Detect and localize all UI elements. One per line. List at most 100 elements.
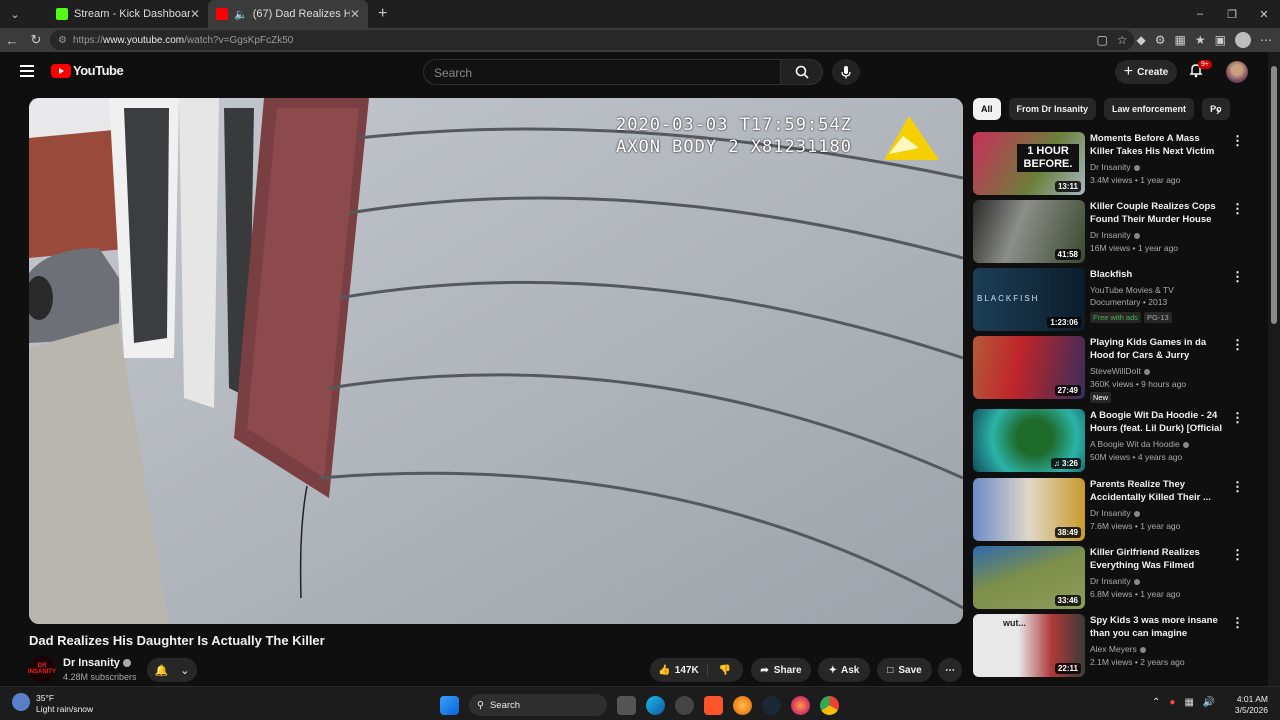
app-install-icon[interactable]: ▢ — [1096, 33, 1107, 47]
rec-title[interactable]: A Boogie Wit Da Hoodie - 24 Hours (feat.… — [1090, 409, 1222, 435]
rec-title[interactable]: Playing Kids Games in da Hood for Cars &… — [1090, 336, 1222, 362]
subscription-bell-button[interactable]: 🔔 ⌄ — [147, 658, 197, 682]
rec-channel[interactable]: A Boogie Wit da Hoodie — [1090, 439, 1189, 449]
ask-button[interactable]: ✦ Ask — [818, 658, 870, 682]
chrome-icon[interactable] — [820, 695, 839, 715]
video-thumbnail[interactable]: 33:46 — [973, 546, 1085, 609]
video-thumbnail[interactable]: wut... 22:11 — [973, 614, 1085, 677]
profile-avatar-icon[interactable] — [1235, 32, 1251, 48]
more-icon[interactable]: ⋮ — [1231, 479, 1244, 495]
edge-icon[interactable] — [646, 695, 665, 715]
reload-icon[interactable]: ↻ — [24, 32, 48, 48]
video-thumbnail[interactable]: ♫ 3:26 — [973, 409, 1085, 472]
steam-icon[interactable] — [762, 695, 781, 715]
more-icon[interactable]: ⋮ — [1231, 133, 1244, 149]
copilot-icon[interactable]: ▣ — [1215, 33, 1226, 47]
video-thumbnail[interactable]: BLACKFISH 1:23:06 — [973, 268, 1085, 331]
like-button[interactable]: 👍 147K — [650, 664, 708, 676]
rec-channel[interactable]: Dr Insanity — [1090, 162, 1140, 172]
more-icon[interactable]: ⋮ — [1231, 615, 1244, 631]
list-item[interactable]: 1 HOUR BEFORE. 13:11 Moments Before A Ma… — [973, 132, 1244, 196]
weather-widget[interactable]: 35°F Light rain/snow — [12, 693, 93, 715]
firefox-icon[interactable] — [733, 695, 752, 715]
tab-list-button[interactable]: ⌄ — [2, 3, 28, 25]
youtube-logo[interactable]: YouTube — [51, 63, 124, 78]
rec-channel[interactable]: YouTube Movies & TV — [1090, 285, 1174, 295]
speaker-icon[interactable]: 🔈 — [234, 8, 248, 21]
brave-icon[interactable] — [704, 695, 723, 715]
windows-start-icon[interactable] — [440, 695, 459, 715]
extensions-icon[interactable]: ⚙ — [1155, 33, 1166, 47]
save-button[interactable]: □ Save — [877, 658, 932, 682]
tab-kick-dashboard[interactable]: Stream - Kick Dashboard ✕ — [48, 0, 208, 28]
scrollbar-thumb[interactable] — [1271, 66, 1277, 324]
restore-icon[interactable]: ❐ — [1216, 0, 1248, 28]
taskbar-search[interactable]: ⚲ Search — [469, 694, 607, 716]
video-thumbnail[interactable]: 38:49 — [973, 478, 1085, 541]
rec-title[interactable]: Moments Before A Mass Killer Takes His N… — [1090, 132, 1222, 158]
chevron-up-icon[interactable]: ⌃ — [1152, 697, 1160, 708]
page-scrollbar[interactable] — [1268, 52, 1280, 686]
video-thumbnail[interactable]: 41:58 — [973, 200, 1085, 263]
list-item[interactable]: 33:46 Killer Girlfriend Realizes Everyth… — [973, 546, 1244, 610]
close-window-icon[interactable]: ✕ — [1248, 0, 1280, 28]
more-icon[interactable]: ⋮ — [1231, 201, 1244, 217]
search-input[interactable]: Search — [423, 59, 781, 85]
notifications-button[interactable]: 9+ — [1188, 60, 1212, 84]
new-tab-button[interactable]: + — [378, 5, 387, 23]
chevron-right-icon[interactable]: › — [1216, 103, 1220, 118]
back-icon[interactable]: ← — [0, 33, 24, 48]
dislike-button[interactable]: 👎 — [708, 665, 742, 676]
video-thumbnail[interactable]: 1 HOUR BEFORE. 13:11 — [973, 132, 1085, 195]
rec-channel[interactable]: Alex Meyers — [1090, 644, 1146, 654]
more-icon[interactable]: ⋮ — [1231, 269, 1244, 285]
rec-title[interactable]: Blackfish — [1090, 268, 1222, 281]
app-icon[interactable] — [675, 695, 694, 715]
list-item[interactable]: BLACKFISH 1:23:06 Blackfish YouTube Movi… — [973, 268, 1244, 332]
list-item[interactable]: ♫ 3:26 A Boogie Wit Da Hoodie - 24 Hours… — [973, 409, 1244, 473]
task-view-icon[interactable] — [617, 695, 636, 715]
rec-channel[interactable]: Dr Insanity — [1090, 576, 1140, 586]
collections-icon[interactable]: ▦ — [1175, 33, 1186, 47]
list-item[interactable]: 38:49 Parents Realize They Accidentally … — [973, 478, 1244, 542]
chip-law-enforcement[interactable]: Law enforcement — [1104, 98, 1195, 120]
close-tab-icon[interactable]: ✕ — [190, 7, 200, 21]
mic-tray-icon[interactable]: ● — [1169, 697, 1175, 708]
more-menu-icon[interactable]: ⋯ — [1260, 33, 1272, 47]
taskbar-clock[interactable]: 4:01 AM 3/5/2026 — [1232, 694, 1268, 716]
site-info-icon[interactable]: ⚙ — [58, 35, 67, 46]
network-icon[interactable]: ▦ — [1184, 697, 1193, 708]
channel-name[interactable]: Dr Insanity — [63, 657, 131, 669]
rec-channel[interactable]: Dr Insanity — [1090, 230, 1140, 240]
channel-avatar[interactable]: DR INSANITY — [28, 656, 56, 682]
voice-search-button[interactable] — [832, 59, 860, 85]
video-player[interactable]: 2020-03-03 T17:59:54Z AXON BODY 2 X812311… — [29, 98, 963, 624]
more-actions-button[interactable]: ⋯ — [938, 658, 962, 682]
list-item[interactable]: 41:58 Killer Couple Realizes Cops Found … — [973, 200, 1244, 264]
extension-diamond-icon[interactable]: ◆ — [1137, 33, 1146, 47]
more-icon[interactable]: ⋮ — [1231, 547, 1244, 563]
tab-youtube-video[interactable]: 🔈 (67) Dad Realizes His Daughter Is Actu… — [208, 0, 368, 28]
create-button[interactable]: + Create — [1115, 60, 1177, 84]
firefox-dev-icon[interactable] — [791, 695, 810, 715]
close-tab-icon[interactable]: ✕ — [350, 7, 360, 21]
list-item[interactable]: wut... 22:11 Spy Kids 3 was more insane … — [973, 614, 1244, 678]
list-item[interactable]: 27:49 Playing Kids Games in da Hood for … — [973, 336, 1244, 403]
volume-icon[interactable]: 🔊 — [1203, 697, 1215, 708]
bookmark-star-icon[interactable]: ☆ — [1117, 33, 1128, 47]
url-field[interactable]: ⚙ https://www.youtube.com/watch?v=GgsKpF… — [50, 30, 1134, 50]
favorites-icon[interactable]: ★ — [1195, 33, 1206, 47]
rec-title[interactable]: Killer Couple Realizes Cops Found Their … — [1090, 200, 1222, 226]
user-avatar[interactable] — [1226, 61, 1248, 83]
rec-channel[interactable]: SteveWillDoIt — [1090, 366, 1151, 376]
rec-title[interactable]: Parents Realize They Accidentally Killed… — [1090, 478, 1222, 504]
chip-all[interactable]: All — [973, 98, 1001, 120]
more-icon[interactable]: ⋮ — [1231, 337, 1244, 353]
search-button[interactable] — [781, 59, 823, 85]
rec-title[interactable]: Spy Kids 3 was more insane than you can … — [1090, 614, 1222, 640]
menu-icon[interactable] — [20, 65, 34, 77]
chip-from-channel[interactable]: From Dr Insanity — [1008, 98, 1097, 120]
minimize-icon[interactable]: – — [1184, 0, 1216, 28]
video-thumbnail[interactable]: 27:49 — [973, 336, 1085, 399]
more-icon[interactable]: ⋮ — [1231, 410, 1244, 426]
